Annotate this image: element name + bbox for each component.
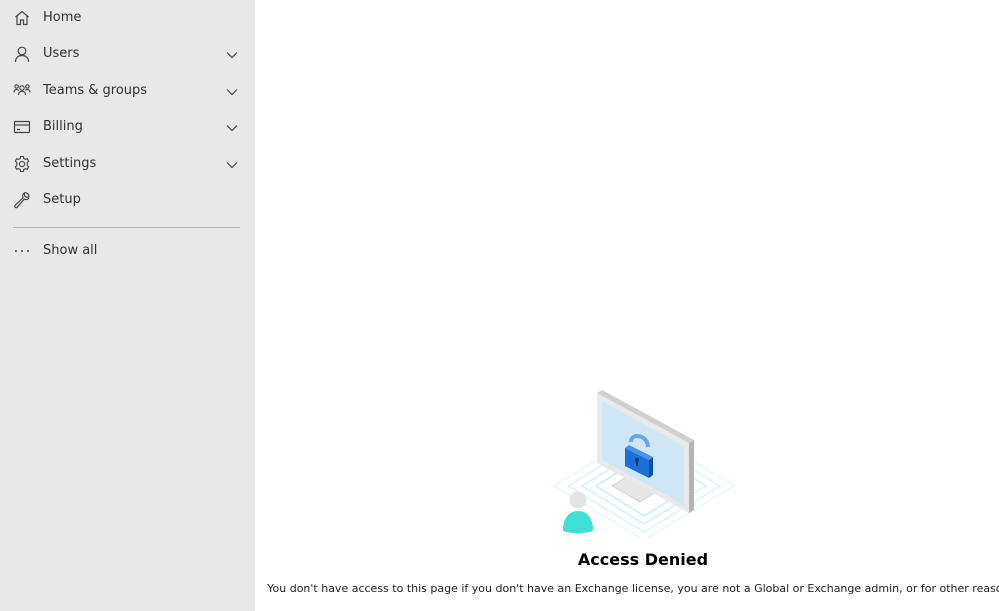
- user-icon: [13, 45, 31, 63]
- sidebar-item-billing[interactable]: Billing: [0, 109, 255, 145]
- sidebar-item-users[interactable]: Users: [0, 36, 255, 72]
- gear-icon: [13, 155, 31, 173]
- sidebar-item-label: Show all: [43, 243, 98, 258]
- credit-card-icon: [13, 118, 31, 136]
- sidebar-item-label: Settings: [43, 156, 97, 171]
- chevron-down-icon[interactable]: [224, 47, 240, 61]
- sidebar-item-label: Users: [43, 46, 80, 61]
- sidebar-item-label: Home: [43, 10, 82, 25]
- more-icon: [13, 242, 31, 260]
- sidebar-item-teams-groups[interactable]: Teams & groups: [0, 73, 255, 109]
- sidebar-item-settings[interactable]: Settings: [0, 146, 255, 182]
- sidebar-item-label: Teams & groups: [43, 83, 148, 98]
- sidebar-item-setup[interactable]: Setup: [0, 182, 255, 218]
- access-denied-illustration: [552, 390, 737, 541]
- page-title: Access Denied: [577, 550, 709, 569]
- sidebar-item-home[interactable]: Home: [0, 0, 255, 36]
- sidebar-nav: Home Users Teams & groups Billing Settin…: [0, 0, 255, 611]
- sidebar-item-label: Setup: [43, 192, 81, 207]
- chevron-down-icon[interactable]: [224, 157, 240, 171]
- sidebar-item-label: Billing: [43, 119, 83, 134]
- access-denied-message: You don't have access to this page if yo…: [267, 582, 999, 595]
- chevron-down-icon[interactable]: [224, 120, 240, 134]
- sidebar-divider: [13, 227, 240, 228]
- wrench-icon: [13, 191, 31, 209]
- main-content: Access Denied You don't have access to t…: [255, 0, 999, 611]
- people-icon: [13, 82, 31, 100]
- home-icon: [13, 9, 31, 27]
- chevron-down-icon[interactable]: [224, 84, 240, 98]
- sidebar-item-show-all[interactable]: Show all: [0, 233, 255, 269]
